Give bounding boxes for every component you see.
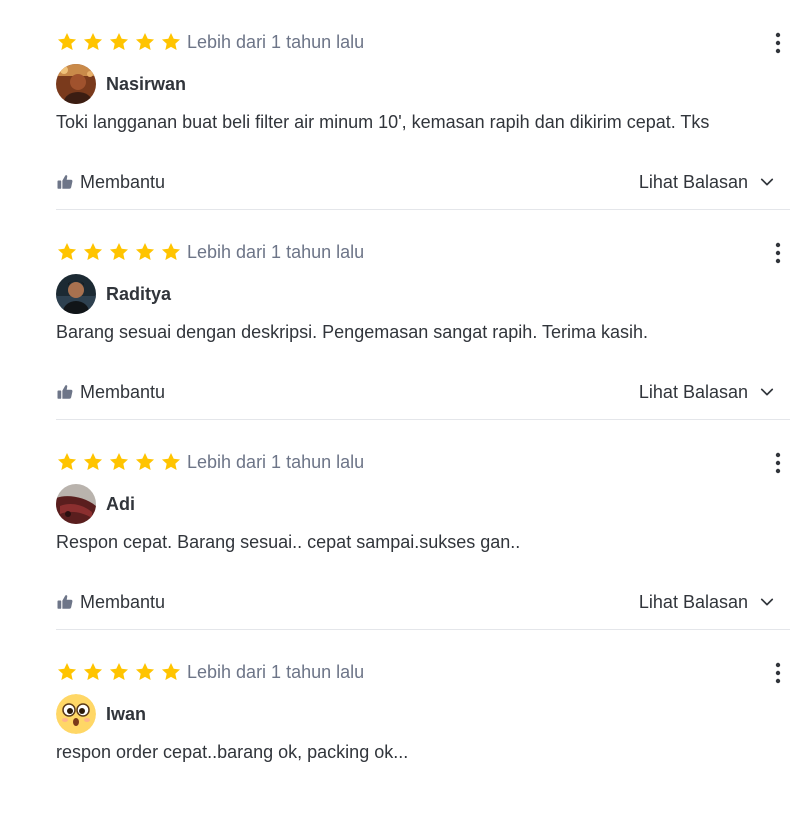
view-replies-label: Lihat Balasan bbox=[638, 381, 748, 402]
reviewer: Nasirwan bbox=[56, 64, 186, 104]
avatar bbox=[56, 64, 96, 104]
kebab-menu-icon bbox=[766, 241, 790, 265]
star-rating bbox=[56, 241, 187, 263]
kebab-menu-icon bbox=[766, 31, 790, 55]
chevron-down-icon bbox=[758, 173, 776, 191]
reviewer-name: Adi bbox=[106, 493, 135, 514]
more-options-button[interactable] bbox=[766, 450, 790, 476]
star-icon bbox=[108, 451, 130, 473]
star-icon bbox=[160, 661, 182, 683]
helpful-label: Membantu bbox=[80, 171, 166, 192]
kebab-menu-icon bbox=[766, 451, 790, 475]
star-icon bbox=[56, 241, 78, 263]
review-text: Toki langganan buat beli filter air minu… bbox=[56, 112, 710, 132]
reviewer: Raditya bbox=[56, 274, 171, 314]
review-item: Lebih dari 1 tahun lalu Nasirwan Toki la… bbox=[56, 0, 790, 210]
star-icon bbox=[56, 661, 78, 683]
star-icon bbox=[134, 241, 156, 263]
star-rating bbox=[56, 31, 187, 53]
review-time: Lebih dari 1 tahun lalu bbox=[187, 452, 365, 472]
chevron-down-icon bbox=[758, 383, 776, 401]
helpful-button[interactable]: Membantu bbox=[56, 590, 165, 614]
view-replies-label: Lihat Balasan bbox=[638, 171, 748, 192]
review-text: respon order cepat..barang ok, packing o… bbox=[56, 742, 409, 762]
star-icon bbox=[134, 451, 156, 473]
rating-row: Lebih dari 1 tahun lalu bbox=[56, 30, 364, 54]
more-options-button[interactable] bbox=[766, 30, 790, 56]
rating-row: Lebih dari 1 tahun lalu bbox=[56, 240, 364, 264]
reviewer-name: Iwan bbox=[106, 703, 147, 724]
thumbs-up-icon bbox=[56, 173, 74, 191]
star-icon bbox=[108, 661, 130, 683]
review-time: Lebih dari 1 tahun lalu bbox=[187, 242, 365, 262]
thumbs-up-icon bbox=[56, 593, 74, 611]
review-item: Lebih dari 1 tahun lalu Raditya Barang s… bbox=[56, 210, 790, 420]
more-options-button[interactable] bbox=[766, 240, 790, 266]
helpful-button[interactable]: Membantu bbox=[56, 170, 165, 194]
chevron-down-icon bbox=[758, 593, 776, 611]
star-icon bbox=[134, 31, 156, 53]
star-icon bbox=[160, 241, 182, 263]
star-icon bbox=[82, 31, 104, 53]
view-replies-button[interactable]: Lihat Balasan bbox=[639, 170, 776, 194]
review-text: Barang sesuai dengan deskripsi. Pengemas… bbox=[56, 322, 649, 342]
star-icon bbox=[82, 241, 104, 263]
star-icon bbox=[56, 31, 78, 53]
avatar bbox=[56, 484, 96, 524]
reviewer-name: Raditya bbox=[106, 283, 172, 304]
reviewer: Adi bbox=[56, 484, 135, 524]
star-rating bbox=[56, 661, 187, 683]
reviewer-name: Nasirwan bbox=[106, 73, 187, 94]
reviewer: Iwan bbox=[56, 694, 146, 734]
star-icon bbox=[160, 31, 182, 53]
star-icon bbox=[82, 661, 104, 683]
helpful-label: Membantu bbox=[80, 591, 166, 612]
view-replies-button[interactable]: Lihat Balasan bbox=[639, 590, 776, 614]
star-icon bbox=[134, 661, 156, 683]
rating-row: Lebih dari 1 tahun lalu bbox=[56, 660, 364, 684]
review-time: Lebih dari 1 tahun lalu bbox=[187, 662, 365, 682]
avatar bbox=[56, 694, 96, 734]
more-options-button[interactable] bbox=[766, 660, 790, 686]
review-text: Respon cepat. Barang sesuai.. cepat samp… bbox=[56, 532, 521, 552]
view-replies-button[interactable]: Lihat Balasan bbox=[639, 380, 776, 404]
star-icon bbox=[108, 31, 130, 53]
kebab-menu-icon bbox=[766, 661, 790, 685]
avatar bbox=[56, 274, 96, 314]
star-rating bbox=[56, 451, 187, 473]
star-icon bbox=[160, 451, 182, 473]
review-item: Lebih dari 1 tahun lalu Iwan respon orde… bbox=[56, 630, 790, 840]
star-icon bbox=[108, 241, 130, 263]
star-icon bbox=[82, 451, 104, 473]
view-replies-label: Lihat Balasan bbox=[638, 591, 748, 612]
thumbs-up-icon bbox=[56, 383, 74, 401]
review-time: Lebih dari 1 tahun lalu bbox=[187, 32, 365, 52]
helpful-button[interactable]: Membantu bbox=[56, 380, 165, 404]
review-item: Lebih dari 1 tahun lalu Adi Respon cepat… bbox=[56, 420, 790, 630]
star-icon bbox=[56, 451, 78, 473]
rating-row: Lebih dari 1 tahun lalu bbox=[56, 450, 364, 474]
helpful-label: Membantu bbox=[80, 381, 166, 402]
